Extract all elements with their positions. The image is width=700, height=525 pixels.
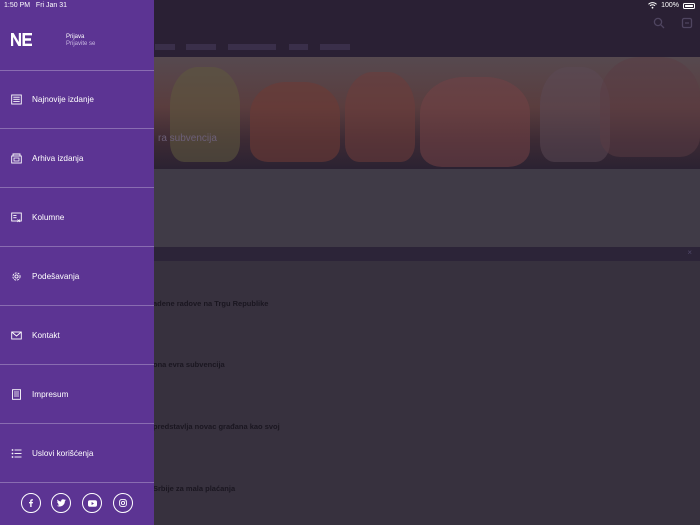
drawer-menu: Najnovije izdanje Arhiva izdanja Kolumne <box>0 70 154 483</box>
menu-label: Impresum <box>32 389 69 399</box>
status-date: Fri Jan 31 <box>35 2 68 9</box>
menu-item-impressum[interactable]: Impresum <box>0 365 154 424</box>
login-subtitle[interactable]: Prijavite se <box>66 41 95 47</box>
nav-item[interactable] <box>228 44 276 50</box>
columns-icon <box>11 212 22 222</box>
search-icon[interactable] <box>653 17 665 29</box>
menu-item-contact[interactable]: Kontakt <box>0 306 154 365</box>
close-icon[interactable]: × <box>687 248 692 257</box>
list-item[interactable]: adene radove na Trgu Republike <box>153 299 268 308</box>
hero-title[interactable]: ra subvencija <box>158 133 217 144</box>
login-title[interactable]: Prijava <box>66 34 84 40</box>
menu-label: Podešavanja <box>32 271 80 281</box>
menu-label: Uslovi korišćenja <box>32 448 94 458</box>
menu-label: Arhiva izdanja <box>32 153 84 163</box>
menu-item-archive[interactable]: Arhiva izdanja <box>0 129 154 188</box>
youtube-icon <box>87 499 97 507</box>
list-item[interactable]: predstavlja novac građana kao svoj <box>153 422 280 431</box>
instagram-icon <box>119 499 127 507</box>
menu-label: Najnovije izdanje <box>32 95 94 104</box>
youtube-button[interactable] <box>82 493 102 513</box>
facebook-button[interactable] <box>21 493 41 513</box>
list-icon <box>11 448 22 458</box>
social-links <box>0 483 154 525</box>
document-icon <box>12 388 21 400</box>
menu-label: Kolumne <box>32 212 65 222</box>
menu-item-settings[interactable]: Podešavanja <box>0 247 154 306</box>
settings-icon <box>12 271 21 281</box>
twitter-button[interactable] <box>51 493 71 513</box>
menu-item-columns[interactable]: Kolumne <box>0 188 154 247</box>
menu-item-latest-issue[interactable]: Najnovije izdanje <box>0 70 154 129</box>
status-bar: 1:50 PM Fri Jan 31 100% <box>0 0 700 12</box>
nav-item[interactable] <box>320 44 350 50</box>
ne-logo[interactable] <box>10 32 33 47</box>
wifi-icon <box>648 2 657 9</box>
nav-item[interactable] <box>155 44 175 50</box>
instagram-button[interactable] <box>113 493 133 513</box>
list-item[interactable]: Srbije za mala plaćanja <box>153 484 235 493</box>
list-item[interactable]: ona evra subvencija <box>153 360 225 369</box>
nav-item[interactable] <box>186 44 216 50</box>
facebook-icon <box>29 499 33 507</box>
menu-item-terms[interactable]: Uslovi korišćenja <box>0 424 154 483</box>
menu-label: Kontakt <box>32 330 60 340</box>
mail-icon <box>11 331 22 339</box>
battery-icon <box>683 2 695 9</box>
nav-item[interactable] <box>289 44 308 50</box>
status-time: 1:50 PM <box>4 2 31 9</box>
newspaper-icon <box>11 94 22 105</box>
navigation-drawer: Prijava Prijavite se Najnovije izdanje A… <box>0 0 154 525</box>
twitter-icon <box>56 499 66 507</box>
battery-percent: 100% <box>661 2 679 9</box>
archive-icon <box>11 153 22 163</box>
bookmark-icon[interactable] <box>681 17 693 29</box>
